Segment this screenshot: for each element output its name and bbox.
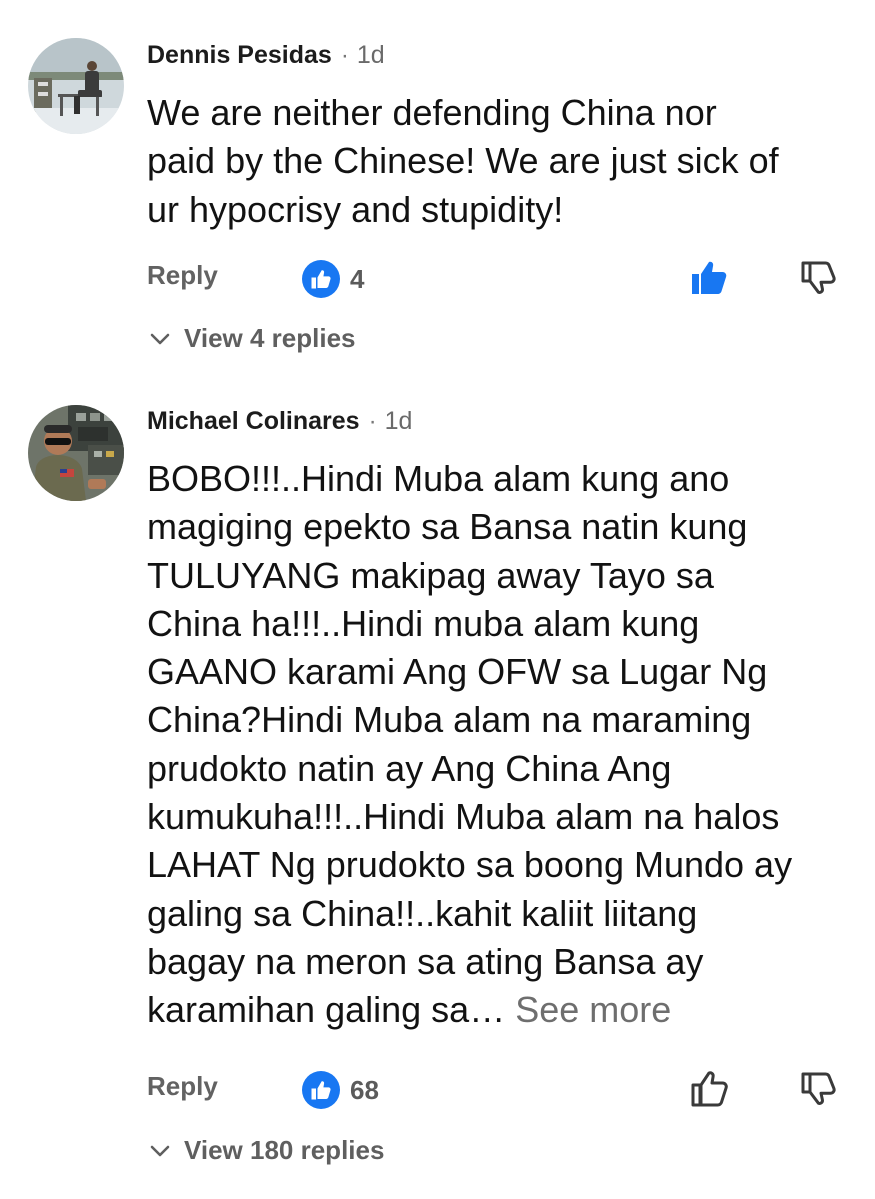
view-replies-label: View 4 replies (184, 323, 356, 353)
comment-item: Michael Colinares · 1d BOBO!!!..Hindi Mu… (0, 380, 875, 1199)
timestamp[interactable]: 1d (385, 407, 413, 436)
avatar[interactable] (28, 38, 124, 134)
like-button[interactable] (688, 257, 732, 297)
timestamp[interactable]: 1d (357, 41, 385, 70)
view-replies-link[interactable]: View 4 replies (150, 323, 356, 354)
author-name[interactable]: Michael Colinares (147, 407, 360, 436)
dislike-button[interactable] (798, 1068, 842, 1108)
thumbs-up-filled-icon (692, 261, 727, 294)
comment-body: We are neither defending China nor paid … (147, 92, 779, 230)
like-reaction-icon (302, 1071, 340, 1109)
comment-header: Dennis Pesidas · 1d (147, 41, 385, 70)
comment-actions: Reply 68 (0, 1068, 875, 1110)
dislike-button[interactable] (798, 257, 842, 297)
like-count: 4 (350, 263, 365, 294)
like-reaction-icon (302, 260, 340, 298)
thumbs-down-icon (801, 261, 836, 294)
view-replies-label: View 180 replies (184, 1135, 385, 1165)
comment-header: Michael Colinares · 1d (147, 407, 412, 436)
thumbs-up-icon (691, 1071, 728, 1107)
like-count: 68 (350, 1074, 379, 1105)
reaction-summary[interactable]: 4 (301, 259, 364, 299)
like-button[interactable] (688, 1068, 732, 1108)
avatar[interactable] (28, 405, 124, 501)
view-replies-link[interactable]: View 180 replies (150, 1135, 384, 1166)
reply-button[interactable]: Reply (147, 1071, 218, 1102)
avatar-photo (28, 38, 124, 134)
thumbs-down-icon (801, 1072, 836, 1105)
comment-body: BOBO!!!..Hindi Muba alam kung ano magigi… (147, 458, 793, 1031)
reply-button[interactable]: Reply (147, 260, 218, 291)
comment-item: Dennis Pesidas · 1d We are neither defen… (0, 0, 875, 380)
reaction-summary[interactable]: 68 (301, 1070, 379, 1110)
chevron-down-icon (150, 333, 170, 344)
chevron-down-icon (150, 1145, 170, 1156)
comment-text: BOBO!!!..Hindi Muba alam kung ano magigi… (147, 455, 862, 1035)
see-more-link[interactable]: See more (515, 989, 671, 1030)
author-name[interactable]: Dennis Pesidas (147, 41, 332, 70)
comment-text: We are neither defending China nor paid … (147, 89, 862, 234)
avatar-photo (28, 405, 124, 501)
separator-dot: · (368, 408, 377, 435)
comment-actions: Reply 4 (0, 257, 875, 299)
separator-dot: · (340, 42, 349, 69)
